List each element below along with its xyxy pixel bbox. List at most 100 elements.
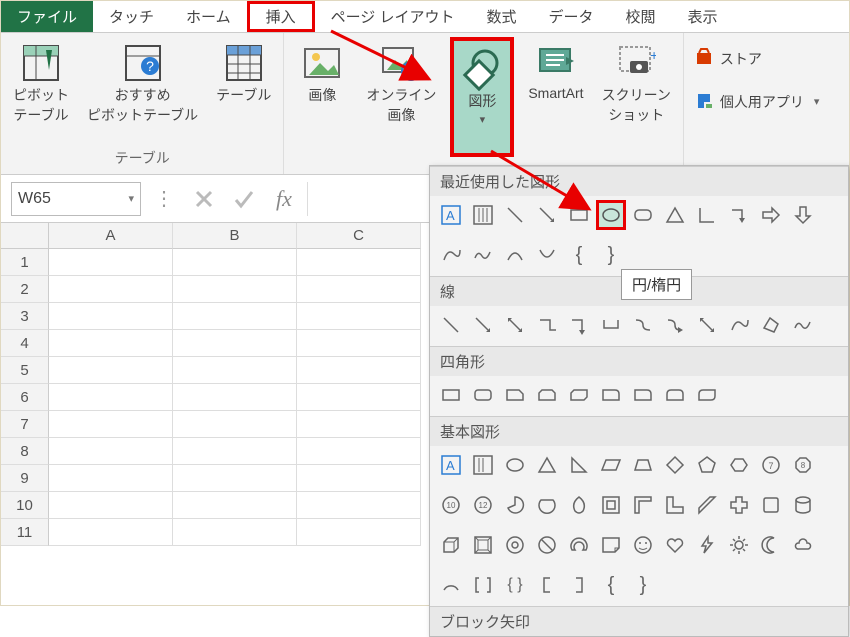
shape-heart[interactable]: [660, 530, 690, 560]
shape-scribble[interactable]: [468, 240, 498, 270]
cell[interactable]: [173, 411, 297, 438]
shape-oval[interactable]: [596, 200, 626, 230]
shape-no-symbol[interactable]: [532, 530, 562, 560]
cell[interactable]: [297, 492, 421, 519]
shape-pie[interactable]: [500, 490, 530, 520]
shape-decagon[interactable]: 10: [436, 490, 466, 520]
cell[interactable]: [173, 519, 297, 546]
shape-round-rect[interactable]: [468, 380, 498, 410]
my-apps-button[interactable]: 個人用アプリ ▾: [692, 86, 822, 117]
col-header[interactable]: A: [49, 223, 173, 249]
shape-textbox[interactable]: A: [436, 450, 466, 480]
shape-right-brace[interactable]: }: [596, 240, 626, 270]
shape-dodecagon[interactable]: 12: [468, 490, 498, 520]
pivot-table-button[interactable]: ピボット テーブル: [9, 37, 73, 129]
shape-left-brace[interactable]: {: [564, 240, 594, 270]
shape-triangle[interactable]: [660, 200, 690, 230]
cell[interactable]: [173, 492, 297, 519]
shape-right-arrow[interactable]: [756, 200, 786, 230]
shape-teardrop[interactable]: [564, 490, 594, 520]
shape-freeform[interactable]: [436, 240, 466, 270]
shape-down-arrow[interactable]: [788, 200, 818, 230]
shape-cube[interactable]: [436, 530, 466, 560]
store-button[interactable]: ストア: [692, 43, 822, 74]
cell[interactable]: [49, 519, 173, 546]
shape-snip-round[interactable]: [596, 380, 626, 410]
shape-elbow-arrow[interactable]: [564, 310, 594, 340]
shape-oval[interactable]: [500, 450, 530, 480]
shape-bevel[interactable]: [468, 530, 498, 560]
row-header[interactable]: 10: [1, 492, 49, 519]
name-box[interactable]: W65 ▾: [11, 182, 141, 216]
shape-chord[interactable]: [532, 490, 562, 520]
shape-left-bracket[interactable]: [532, 570, 562, 600]
shape-line-arrow[interactable]: [468, 310, 498, 340]
shape-elbow[interactable]: [532, 310, 562, 340]
shape-rect[interactable]: [436, 380, 466, 410]
menu-touch[interactable]: タッチ: [93, 1, 170, 32]
shape-smiley[interactable]: [628, 530, 658, 560]
shape-rectangle[interactable]: [564, 200, 594, 230]
cell[interactable]: [49, 249, 173, 276]
recommended-pivot-button[interactable]: ? おすすめ ピボットテーブル: [83, 37, 202, 129]
cell[interactable]: [297, 438, 421, 465]
cell[interactable]: [173, 249, 297, 276]
col-header[interactable]: B: [173, 223, 297, 249]
shape-double-brace[interactable]: { }: [500, 570, 530, 600]
shape-line[interactable]: [436, 310, 466, 340]
cell[interactable]: [297, 303, 421, 330]
shape-can[interactable]: [788, 490, 818, 520]
shape-trapezoid[interactable]: [628, 450, 658, 480]
row-header[interactable]: 1: [1, 249, 49, 276]
select-all-corner[interactable]: [1, 223, 49, 249]
cell[interactable]: [297, 330, 421, 357]
cell[interactable]: [49, 411, 173, 438]
shape-textbox-vertical[interactable]: [468, 200, 498, 230]
shape-right-brace[interactable]: }: [628, 570, 658, 600]
shape-hexagon[interactable]: [724, 450, 754, 480]
shape-rounded-rect[interactable]: [628, 200, 658, 230]
shape-freeform[interactable]: [724, 310, 754, 340]
shape-elbow-double[interactable]: [596, 310, 626, 340]
row-header[interactable]: 4: [1, 330, 49, 357]
shape-double-bracket[interactable]: [468, 570, 498, 600]
shape-left-brace[interactable]: {: [596, 570, 626, 600]
shape-sun[interactable]: [724, 530, 754, 560]
fx-icon[interactable]: fx: [267, 182, 301, 216]
shape-round-diag[interactable]: [692, 380, 722, 410]
shape-line-arrow[interactable]: [532, 200, 562, 230]
shape-line[interactable]: [500, 200, 530, 230]
row-header[interactable]: 3: [1, 303, 49, 330]
shape-snip-single[interactable]: [500, 380, 530, 410]
formula-more-icon[interactable]: ⋮: [147, 182, 181, 216]
cell[interactable]: [173, 357, 297, 384]
smartart-button[interactable]: SmartArt: [524, 37, 587, 105]
row-header[interactable]: 8: [1, 438, 49, 465]
shape-block-arc[interactable]: [564, 530, 594, 560]
shape-right-bracket[interactable]: [564, 570, 594, 600]
shape-moon[interactable]: [756, 530, 786, 560]
menu-review[interactable]: 校閲: [610, 1, 672, 32]
table-button[interactable]: テーブル: [212, 37, 275, 109]
shape-lightning[interactable]: [692, 530, 722, 560]
cell[interactable]: [297, 465, 421, 492]
shape-right-angle[interactable]: [692, 200, 722, 230]
shape-octagon[interactable]: 8: [788, 450, 818, 480]
shape-round-single[interactable]: [628, 380, 658, 410]
shape-l-shape[interactable]: [660, 490, 690, 520]
shape-elbow-arrow[interactable]: [724, 200, 754, 230]
shape-heptagon[interactable]: 7: [756, 450, 786, 480]
menu-home[interactable]: ホーム: [170, 1, 247, 32]
pictures-button[interactable]: 画像: [292, 37, 352, 109]
shape-diagonal-stripe[interactable]: [692, 490, 722, 520]
cell[interactable]: [49, 303, 173, 330]
shape-curved-connector[interactable]: [628, 310, 658, 340]
cell[interactable]: [297, 357, 421, 384]
shape-right-triangle[interactable]: [564, 450, 594, 480]
row-header[interactable]: 7: [1, 411, 49, 438]
cell[interactable]: [173, 465, 297, 492]
shape-cloud[interactable]: [788, 530, 818, 560]
cell[interactable]: [49, 438, 173, 465]
row-header[interactable]: 9: [1, 465, 49, 492]
online-pictures-button[interactable]: オンライン 画像: [362, 37, 440, 129]
